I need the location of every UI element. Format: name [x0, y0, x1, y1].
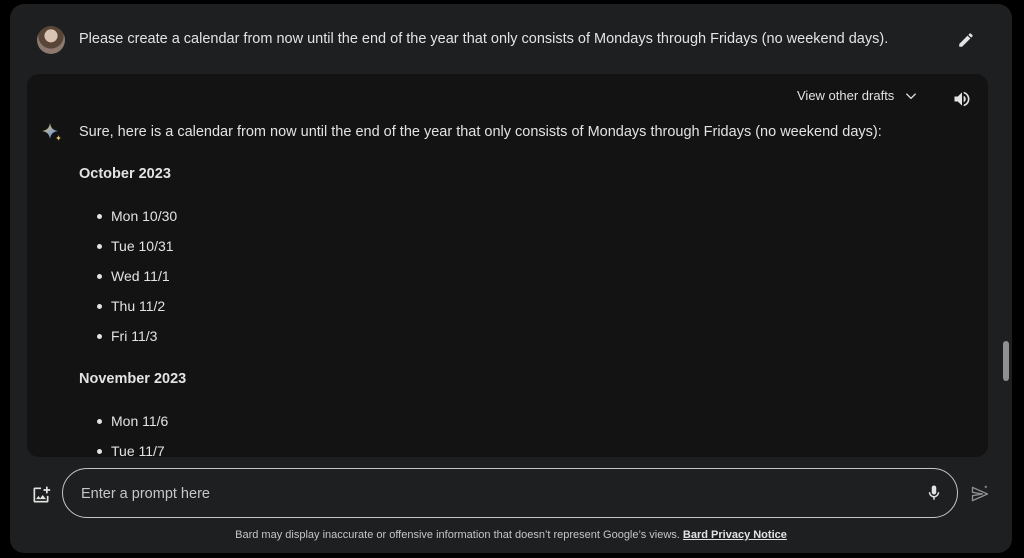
list-item: Fri 11/3: [97, 328, 157, 344]
send-icon: [971, 485, 989, 502]
upload-image-button[interactable]: [30, 484, 52, 506]
footer-disclaimer: Bard may display inaccurate or offensive…: [10, 529, 1012, 541]
month-heading: October 2023: [79, 166, 171, 182]
chevron-down-icon: [906, 92, 917, 99]
voice-input-button[interactable]: [923, 482, 945, 504]
response-intro: Sure, here is a calendar from now until …: [79, 124, 882, 140]
disclaimer-text: Bard may display inaccurate or offensive…: [235, 529, 680, 541]
prompt-input[interactable]: [79, 469, 903, 519]
scrollbar-thumb[interactable]: [1003, 341, 1009, 381]
prompt-bar: [62, 468, 958, 519]
send-button[interactable]: [968, 482, 992, 506]
edit-prompt-button[interactable]: [954, 28, 978, 52]
listen-button[interactable]: [951, 88, 973, 110]
user-avatar: [37, 26, 65, 54]
drafts-label: View other drafts: [797, 88, 895, 103]
view-other-drafts-button[interactable]: View other drafts: [797, 88, 918, 103]
list-item: Tue 11/7: [97, 443, 165, 457]
microphone-icon: [928, 485, 940, 500]
user-prompt-text: Please create a calendar from now until …: [79, 31, 889, 47]
sparkle-icon: [42, 123, 62, 141]
image-add-icon: [33, 486, 51, 503]
response-card: View other drafts Sure, here is a calend…: [27, 74, 988, 457]
list-item: Mon 10/30: [97, 208, 177, 224]
list-item: Tue 10/31: [97, 238, 174, 254]
speaker-icon: [954, 91, 970, 107]
list-item: Thu 11/2: [97, 298, 165, 314]
privacy-notice-link[interactable]: Bard Privacy Notice: [683, 529, 787, 541]
bard-chat-window: Please create a calendar from now until …: [10, 4, 1012, 553]
list-item: Mon 11/6: [97, 413, 168, 429]
pencil-icon: [959, 33, 973, 47]
user-message: Please create a calendar from now until …: [10, 4, 1012, 74]
list-item: Wed 11/1: [97, 268, 170, 284]
month-heading: November 2023: [79, 371, 187, 387]
